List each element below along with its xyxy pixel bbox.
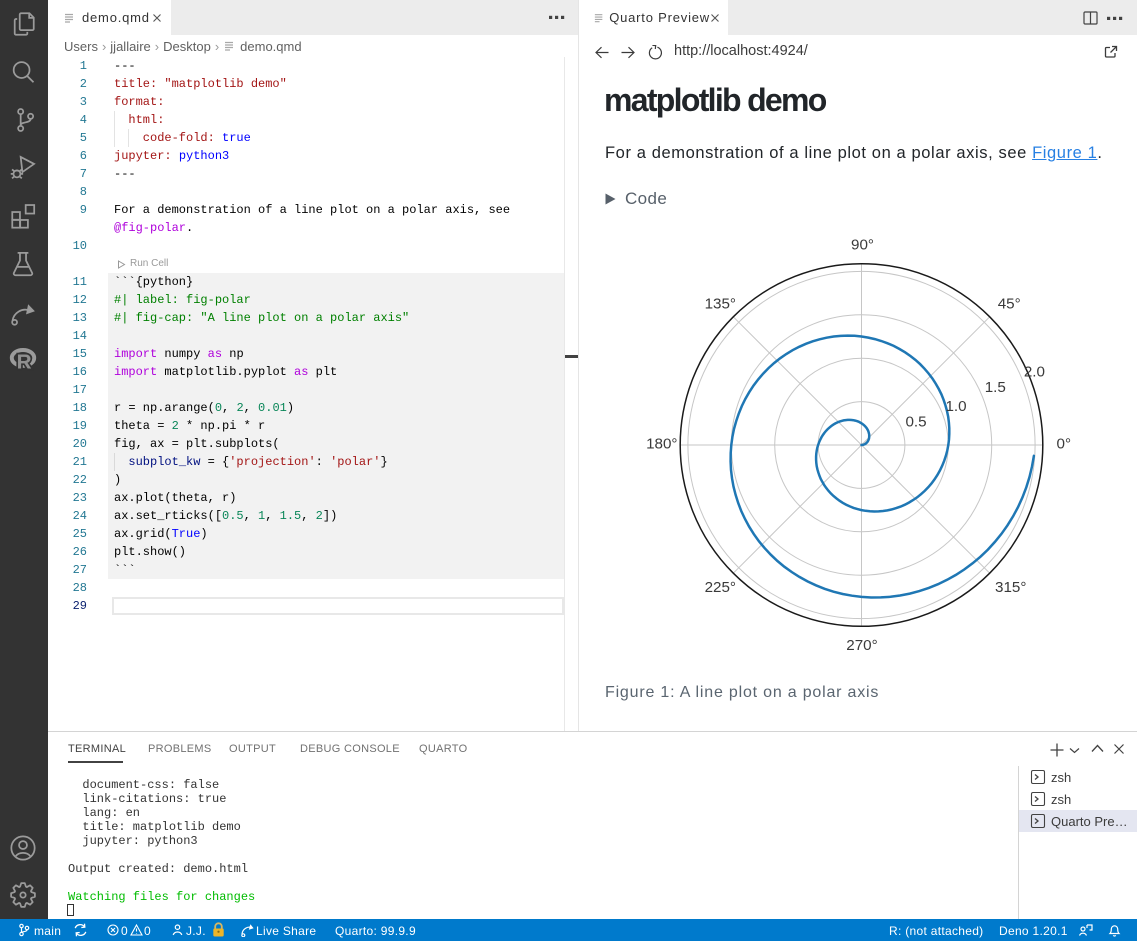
svg-text:1.5: 1.5 (985, 379, 1006, 396)
svg-text:225°: 225° (705, 579, 736, 596)
svg-text:1.0: 1.0 (945, 398, 966, 415)
svg-text:315°: 315° (995, 579, 1026, 596)
svg-text:2.0: 2.0 (1024, 364, 1045, 381)
svg-text:90°: 90° (851, 237, 874, 254)
svg-text:45°: 45° (998, 296, 1021, 313)
svg-text:135°: 135° (705, 296, 736, 313)
svg-text:0°: 0° (1057, 436, 1072, 453)
svg-text:180°: 180° (646, 436, 677, 453)
svg-text:R: R (17, 352, 32, 374)
svg-text:270°: 270° (846, 637, 877, 654)
svg-text:0.5: 0.5 (905, 413, 926, 430)
